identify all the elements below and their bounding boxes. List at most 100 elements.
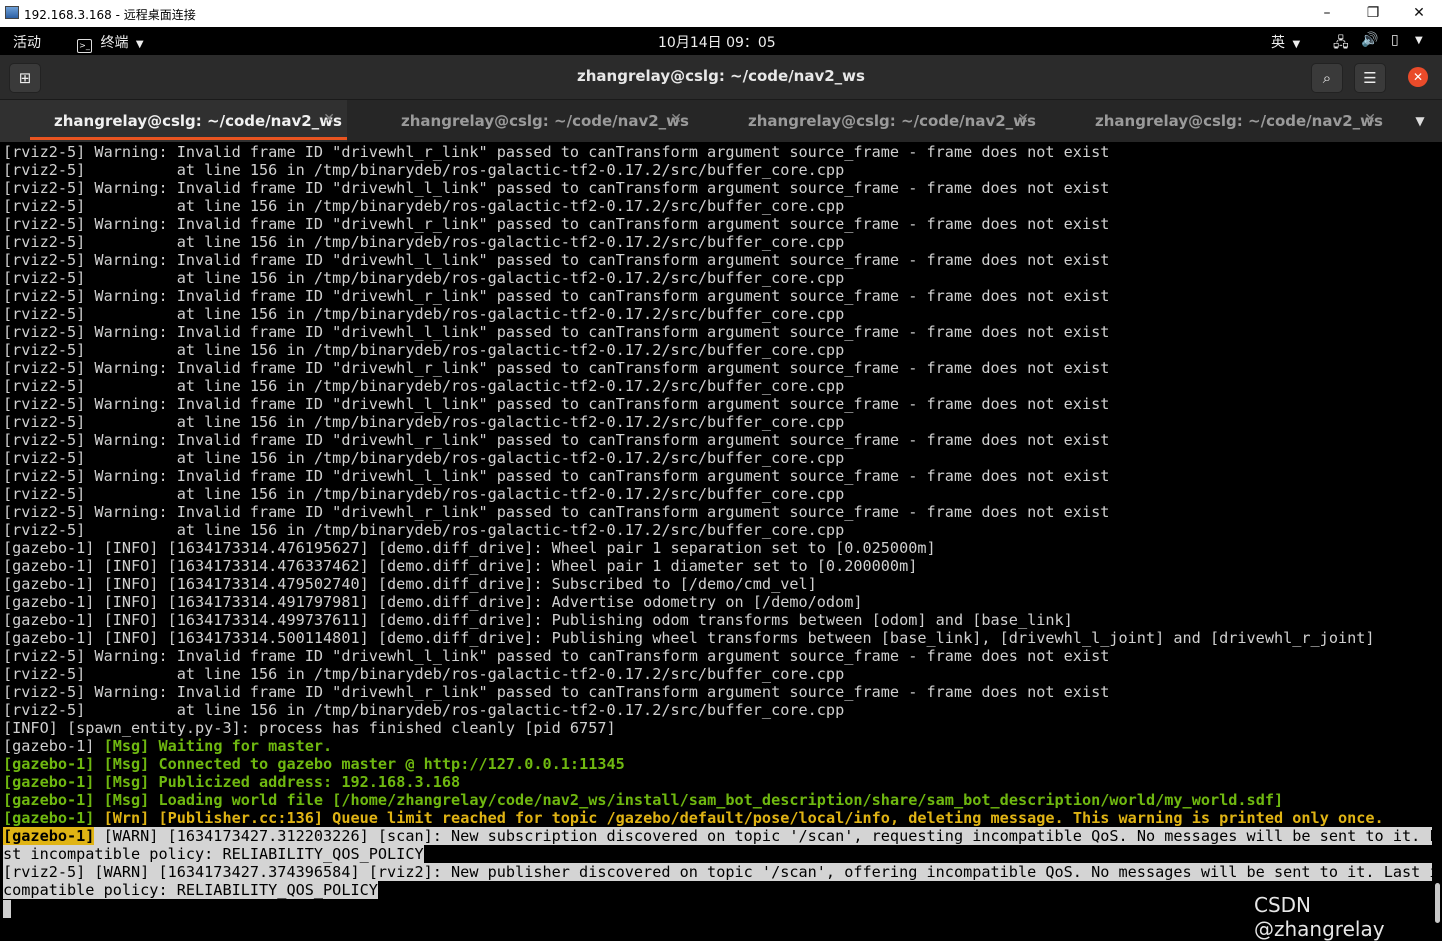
close-terminal-button[interactable]: ✕ (1408, 67, 1428, 87)
network-icon[interactable]: 🖧 (1333, 32, 1349, 56)
terminal-line: [rviz2-5] at line 156 in /tmp/binarydeb/… (3, 521, 845, 539)
app-menu[interactable]: >_ 终端 ▼ (77, 32, 144, 53)
tab-label: zhangrelay@cslg: ~/code/nav2_ws (1095, 112, 1383, 130)
gnome-top-panel: 活动 >_ 终端 ▼ 10月14日 09：05 英 ▼ 🖧 🔊 ▯ ▼ (0, 27, 1442, 55)
terminal-line: [INFO] [spawn_entity.py-3]: process has … (3, 719, 616, 737)
terminal-msg-line: [gazebo-1] [Msg] Publicized address: 192… (3, 773, 460, 791)
tab-2[interactable]: zhangrelay@cslg: ~/code/nav2_ws ✕ (347, 100, 694, 142)
tab-label: zhangrelay@cslg: ~/code/nav2_ws (748, 112, 1036, 130)
tab-label: zhangrelay@cslg: ~/code/nav2_ws (54, 112, 342, 130)
terminal-line: [rviz2-5] at line 156 in /tmp/binarydeb/… (3, 449, 845, 467)
terminal-app-icon: >_ (77, 39, 92, 53)
terminal-line: [rviz2-5] at line 156 in /tmp/binarydeb/… (3, 485, 845, 503)
selected-text: [rviz2-5] [WARN] [1634173427.374396584] … (3, 863, 1432, 881)
csdn-watermark: CSDN @zhangrelay (1254, 893, 1385, 941)
activities-button[interactable]: 活动 (13, 32, 41, 52)
terminal-line: [rviz2-5] at line 156 in /tmp/binarydeb/… (3, 341, 845, 359)
wrn-text: [Wrn] [Publisher.cc:136] Queue limit rea… (103, 809, 1384, 827)
terminal-line: [rviz2-5] Warning: Invalid frame ID "dri… (3, 503, 1110, 521)
search-icon: ⌕ (1322, 69, 1332, 87)
terminal-line: [gazebo-1] [INFO] [1634173314.500114801]… (3, 629, 1375, 647)
terminal-line: [rviz2-5] at line 156 in /tmp/binarydeb/… (3, 665, 845, 683)
window-title: zhangrelay@cslg: ~/code/nav2_ws (577, 67, 865, 85)
terminal-line: [rviz2-5] at line 156 in /tmp/binarydeb/… (3, 269, 845, 287)
terminal-line: [gazebo-1] [INFO] [1634173314.476337462]… (3, 557, 918, 575)
terminal-line: [gazebo-1] [INFO] [1634173314.499737611]… (3, 611, 1073, 629)
terminal-line: [rviz2-5] at line 156 in /tmp/binarydeb/… (3, 197, 845, 215)
close-tab-icon[interactable]: ✕ (1017, 111, 1029, 127)
input-method-indicator[interactable]: 英 ▼ (1271, 32, 1300, 52)
terminal-line: [rviz2-5] Warning: Invalid frame ID "dri… (3, 215, 1110, 233)
chevron-down-icon: ▼ (1415, 114, 1425, 128)
terminal-cursor (3, 900, 11, 918)
terminal-line: [rviz2-5] Warning: Invalid frame ID "dri… (3, 431, 1110, 449)
terminal-line: [gazebo-1] [INFO] [1634173314.476195627]… (3, 539, 936, 557)
process-tag: [gazebo-1] (3, 737, 104, 755)
close-tab-icon[interactable]: ✕ (323, 111, 335, 127)
terminal-msg-line: [gazebo-1] [Msg] Loading world file [/ho… (3, 791, 1283, 809)
selected-process-tag: [gazebo-1] (3, 827, 95, 845)
process-tag: [gazebo-1] (3, 773, 104, 791)
active-tab-indicator (30, 137, 347, 140)
terminal-line: [rviz2-5] Warning: Invalid frame ID "dri… (3, 179, 1110, 197)
process-tag: [gazebo-1] (3, 809, 104, 827)
terminal-line: [rviz2-5] Warning: Invalid frame ID "dri… (3, 395, 1110, 413)
tab-label: zhangrelay@cslg: ~/code/nav2_ws (401, 112, 689, 130)
input-method-label: 英 (1271, 35, 1285, 51)
chevron-down-icon: ▼ (1292, 39, 1301, 50)
tab-3[interactable]: zhangrelay@cslg: ~/code/nav2_ws ✕ (694, 100, 1041, 142)
terminal-line: [rviz2-5] Warning: Invalid frame ID "dri… (3, 647, 1110, 665)
search-button[interactable]: ⌕ (1311, 63, 1343, 93)
close-tab-icon[interactable]: ✕ (1364, 111, 1376, 127)
terminal-scrollbar[interactable] (1433, 143, 1442, 928)
hamburger-menu-icon: ☰ (1363, 69, 1377, 87)
close-window-button[interactable]: ✕ (1396, 0, 1442, 27)
terminal-line: [rviz2-5] Warning: Invalid frame ID "dri… (3, 251, 1110, 269)
system-menu-chevron-icon[interactable]: ▼ (1415, 35, 1423, 46)
msg-text: [Msg] Publicized address: 192.168.3.168 (103, 773, 461, 791)
msg-text: [Msg] Loading world file [/home/zhangrel… (103, 791, 1284, 809)
selected-line: [rviz2-5] [WARN] [1634173427.374396584] … (3, 863, 1432, 881)
tab-4[interactable]: zhangrelay@cslg: ~/code/nav2_ws ✕ (1041, 100, 1388, 142)
rdp-title-bar: 192.168.3.168 - 远程桌面连接 – ❐ ✕ (0, 0, 1442, 27)
clock[interactable]: 10月14日 09：05 (658, 32, 776, 52)
terminal-line: [rviz2-5] at line 156 in /tmp/binarydeb/… (3, 377, 845, 395)
volume-icon[interactable]: 🔊 (1361, 32, 1378, 48)
terminal-msg-line: [gazebo-1] [Msg] Waiting for master. (3, 737, 332, 755)
terminal-line: [rviz2-5] Warning: Invalid frame ID "dri… (3, 287, 1110, 305)
terminal-line: [rviz2-5] at line 156 in /tmp/binarydeb/… (3, 161, 845, 179)
terminal-line: [rviz2-5] at line 156 in /tmp/binarydeb/… (3, 413, 845, 431)
terminal-line: [rviz2-5] at line 156 in /tmp/binarydeb/… (3, 233, 845, 251)
menu-button[interactable]: ☰ (1354, 63, 1386, 93)
restore-button[interactable]: ❐ (1350, 0, 1396, 27)
close-icon: ✕ (1412, 70, 1424, 84)
tab-1[interactable]: zhangrelay@cslg: ~/code/nav2_ws ✕ (0, 100, 347, 142)
selected-text: [WARN] [1634173427.312203226] [scan]: Ne… (94, 827, 1432, 845)
tab-list-dropdown[interactable]: ▼ (1400, 100, 1440, 142)
msg-text: [Msg] Waiting for master. (103, 737, 333, 755)
terminal-line: [rviz2-5] Warning: Invalid frame ID "dri… (3, 359, 1110, 377)
chevron-down-icon: ▼ (135, 39, 144, 50)
terminal-header-bar: ⊞ zhangrelay@cslg: ~/code/nav2_ws ⌕ ☰ (0, 55, 1442, 100)
selected-line: [gazebo-1] [WARN] [1634173427.312203226]… (3, 827, 1432, 845)
terminal-line: [rviz2-5] at line 156 in /tmp/binarydeb/… (3, 305, 845, 323)
battery-icon[interactable]: ▯ (1391, 32, 1399, 48)
selected-text: compatible policy: RELIABILITY_QOS_POLIC… (3, 881, 378, 899)
minimize-button[interactable]: – (1304, 0, 1350, 27)
terminal-output[interactable]: [rviz2-5] Warning: Invalid frame ID "dri… (0, 143, 1432, 928)
terminal-line: [rviz2-5] Warning: Invalid frame ID "dri… (3, 683, 1110, 701)
selected-text: st incompatible policy: RELIABILITY_QOS_… (3, 845, 424, 863)
rdp-window-title: 192.168.3.168 - 远程桌面连接 (24, 8, 196, 22)
remote-desktop-icon (5, 6, 19, 19)
terminal-line: [rviz2-5] at line 156 in /tmp/binarydeb/… (3, 701, 845, 719)
terminal-wrn-line: [gazebo-1] [Wrn] [Publisher.cc:136] Queu… (3, 809, 1384, 827)
selected-line: compatible policy: RELIABILITY_QOS_POLIC… (3, 881, 378, 899)
terminal-line: [rviz2-5] Warning: Invalid frame ID "dri… (3, 143, 1110, 161)
tab-bar: zhangrelay@cslg: ~/code/nav2_ws ✕ zhangr… (0, 100, 1442, 142)
process-tag: [gazebo-1] (3, 791, 104, 809)
terminal-line: [rviz2-5] Warning: Invalid frame ID "dri… (3, 323, 1110, 341)
terminal-line: [rviz2-5] Warning: Invalid frame ID "dri… (3, 467, 1110, 485)
msg-text: [Msg] Connected to gazebo master @ http:… (103, 755, 625, 773)
app-menu-label: 终端 (100, 35, 129, 51)
close-tab-icon[interactable]: ✕ (670, 111, 682, 127)
